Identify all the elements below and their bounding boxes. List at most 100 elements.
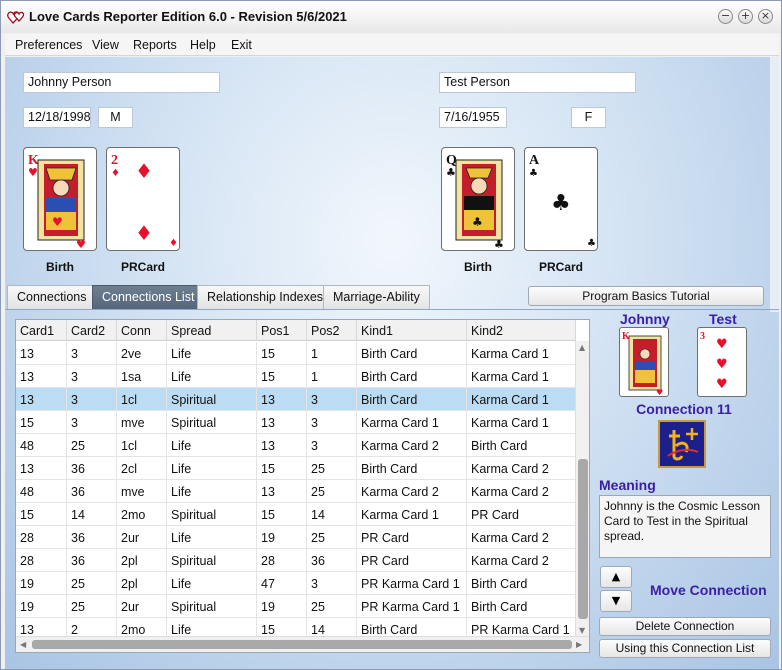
table-row[interactable]: 19 25 2ur Spiritual 19 25 PR Karma Card 1 Birth… [16, 595, 576, 618]
table-cell: PR Card [357, 526, 467, 549]
col-header-kind2[interactable]: Kind2 [467, 320, 576, 341]
col-header-kind1[interactable]: Kind1 [357, 320, 467, 341]
scroll-down-arrow-icon[interactable]: ▼ [579, 626, 585, 635]
table-cell: 1cl [117, 388, 167, 411]
up-arrow-icon: ▲ [611, 570, 621, 583]
col-header-pos2[interactable]: Pos2 [307, 320, 357, 341]
card-rank-text: 2 [111, 153, 118, 168]
svg-text:♥: ♥ [656, 388, 663, 397]
table-row[interactable]: 48 25 1cl Life 13 3 Karma Card 2 Birth Card [16, 434, 576, 457]
close-icon[interactable]: × [758, 9, 773, 24]
table-cell: Spiritual [167, 549, 257, 572]
person2-pr-card-ace-clubs[interactable]: A ♣ ♣ ♣ [524, 147, 598, 251]
scroll-left-arrow-icon[interactable]: ◀ [20, 640, 26, 649]
person2-name-input[interactable]: Test Person [439, 72, 636, 93]
table-cell: Karma Card 2 [467, 480, 576, 503]
hearts-logo-icon [7, 8, 25, 26]
connection-left-card-king-hearts[interactable]: K ♥ [619, 327, 669, 397]
table-row[interactable]: 28 36 2pl Spiritual 28 36 PR Card Karma Card 2 [16, 549, 576, 572]
table-cell: 3 [307, 572, 357, 595]
person2-birthdate-input[interactable]: 7/16/1955 [439, 107, 507, 128]
scroll-up-arrow-icon[interactable]: ▲ [579, 343, 585, 352]
move-down-button[interactable]: ▼ [600, 590, 632, 612]
table-row[interactable]: 13 3 2ve Life 15 1 Birth Card Karma Card 1 [16, 342, 576, 365]
card-rank-text: 3 [700, 331, 705, 342]
table-row[interactable]: 15 3 mve Spiritual 13 3 Karma Card 1 Karma Card… [16, 411, 576, 434]
grid-horizontal-scroll-thumb[interactable] [32, 640, 572, 649]
table-row[interactable]: 28 36 2ur Life 19 25 PR Card Karma Card 2 [16, 526, 576, 549]
table-row[interactable]: 13 36 2cl Life 15 25 Birth Card Karma Card 2 [16, 457, 576, 480]
connections-grid[interactable]: Card1 Card2 Conn Spread Pos1 Pos2 Kind1 … [15, 319, 590, 653]
table-row[interactable]: 13 3 1sa Life 15 1 Birth Card Karma Card 1 [16, 365, 576, 388]
tab-marriage-ability[interactable]: Marriage-Ability [323, 285, 430, 309]
connection-number-label: Connection 11 [636, 401, 732, 417]
menu-reports[interactable]: Reports [133, 38, 177, 52]
tab-relationship-indexes[interactable]: Relationship Indexes [197, 285, 334, 309]
connection-left-name: Johnny [620, 311, 670, 327]
program-basics-tutorial-button[interactable]: Program Basics Tutorial [528, 286, 764, 306]
table-cell: mve [117, 411, 167, 434]
table-cell: 13 [257, 411, 307, 434]
svg-text:♥: ♥ [716, 337, 728, 352]
table-cell: mve [117, 480, 167, 503]
table-cell: 36 [307, 549, 357, 572]
person2-birth-card-queen-clubs[interactable]: Q ♣ ♣ ♣ [441, 147, 515, 251]
grid-vertical-scroll-thumb[interactable] [578, 459, 588, 619]
table-cell: 48 [16, 480, 67, 503]
person1-pr-card-two-diamonds[interactable]: 2 ♦ ♦ ♦ ♦ [106, 147, 180, 251]
using-connection-list-button[interactable]: Using this Connection List [599, 639, 771, 658]
title-bar[interactable]: Love Cards Reporter Edition 6.0 - Revisi… [1, 1, 781, 33]
maximize-icon[interactable]: + [738, 9, 753, 24]
grid-header: Card1 Card2 Conn Spread Pos1 Pos2 Kind1 … [16, 320, 576, 341]
table-cell: 25 [67, 572, 117, 595]
menu-view[interactable]: View [92, 38, 119, 52]
grid-horizontal-scrollbar[interactable]: ◀ ▶ [16, 636, 589, 652]
table-row[interactable]: 15 14 2mo Spiritual 15 14 Karma Card 1 PR Card [16, 503, 576, 526]
person1-gender-input[interactable]: M [98, 107, 133, 128]
table-cell: 19 [16, 595, 67, 618]
svg-text:♦: ♦ [111, 168, 120, 179]
col-header-pos1[interactable]: Pos1 [257, 320, 307, 341]
svg-text:♦: ♦ [135, 221, 153, 245]
col-header-conn[interactable]: Conn [117, 320, 167, 341]
person2-gender-input[interactable]: F [571, 107, 606, 128]
upper-scrollbar[interactable] [769, 57, 779, 312]
table-cell: Spiritual [167, 503, 257, 526]
saturn-planet-icon [658, 420, 706, 468]
tab-connections-list[interactable]: Connections List [92, 285, 205, 309]
table-cell: 2cl [117, 457, 167, 480]
table-cell: Karma Card 1 [467, 388, 576, 411]
tab-connections[interactable]: Connections [7, 285, 97, 309]
scroll-right-arrow-icon[interactable]: ▶ [576, 640, 582, 649]
table-row[interactable]: 13 3 1cl Spiritual 13 3 Birth Card Karma Card 1 [16, 388, 576, 411]
table-row[interactable]: 19 25 2pl Life 47 3 PR Karma Card 1 Birth Card [16, 572, 576, 595]
col-header-spread[interactable]: Spread [167, 320, 257, 341]
table-cell: 1cl [117, 434, 167, 457]
table-cell: Karma Card 2 [467, 526, 576, 549]
minimize-icon[interactable]: − [718, 9, 733, 24]
svg-text:♦: ♦ [135, 159, 153, 183]
table-cell: 25 [67, 434, 117, 457]
person1-name-input[interactable]: Johnny Person [23, 72, 220, 93]
svg-text:♣: ♣ [472, 215, 483, 229]
menu-preferences[interactable]: Preferences [15, 38, 82, 52]
table-row[interactable]: 48 36 mve Life 13 25 Karma Card 2 Karma Card 2 [16, 480, 576, 503]
table-cell: Karma Card 1 [357, 503, 467, 526]
card-rank-text: A [529, 153, 540, 168]
col-header-card1[interactable]: Card1 [16, 320, 67, 341]
person1-birthdate-input[interactable]: 12/18/1998 [23, 107, 91, 128]
menu-exit[interactable]: Exit [231, 38, 252, 52]
connection-right-card-three-hearts[interactable]: 3 ♥ ♥ ♥ [697, 327, 747, 397]
down-arrow-icon: ▼ [611, 594, 621, 607]
table-cell: 15 [16, 411, 67, 434]
table-cell: Life [167, 365, 257, 388]
grid-vertical-scrollbar[interactable]: ▲ ▼ [575, 341, 589, 638]
move-up-button[interactable]: ▲ [600, 566, 632, 588]
col-header-card2[interactable]: Card2 [67, 320, 117, 341]
delete-connection-button[interactable]: Delete Connection [599, 617, 771, 636]
menu-help[interactable]: Help [190, 38, 216, 52]
table-cell: 36 [67, 526, 117, 549]
table-cell: Karma Card 2 [357, 480, 467, 503]
svg-text:♥: ♥ [52, 215, 63, 229]
person1-birth-card-king-hearts[interactable]: K ♥ ♥ ♥ [23, 147, 97, 251]
